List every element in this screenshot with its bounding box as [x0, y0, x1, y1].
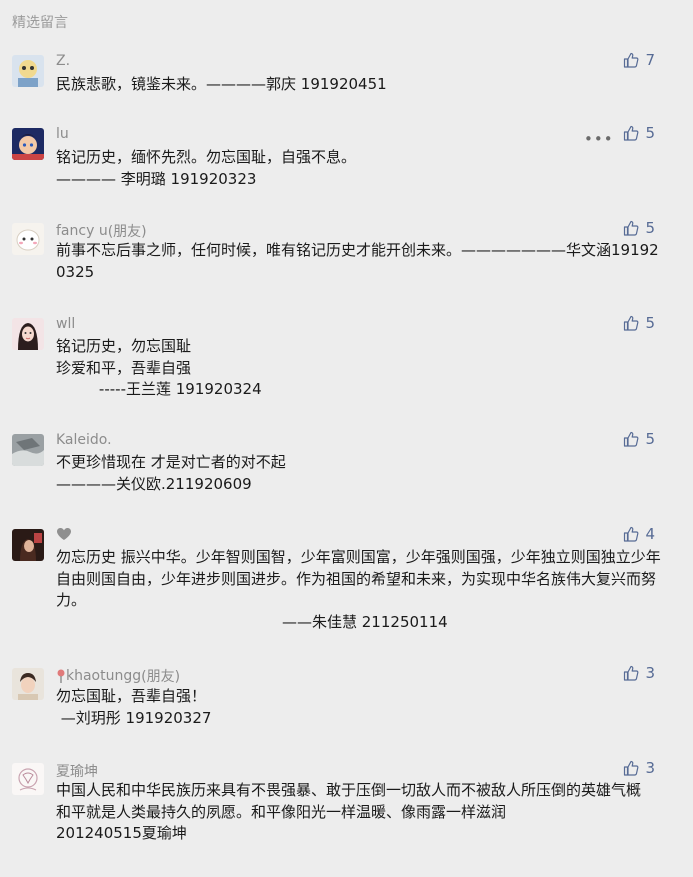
thumbs-up-icon: [624, 315, 639, 331]
commenter-name-text: Kaleido.: [56, 432, 112, 448]
comment-signature: ——朱佳慧 211250114: [282, 612, 448, 631]
comment-line: -----王兰莲 191920324: [56, 380, 262, 398]
commenter-name[interactable]: lu: [56, 126, 69, 142]
commenter-name-text: fancy u: [56, 223, 108, 239]
avatar[interactable]: [12, 128, 44, 160]
comment-line: 勿忘国耻，吾辈自强！: [56, 687, 207, 705]
comment-line: 铭记历史，缅怀先烈。勿忘国耻，自强不息。: [56, 148, 357, 166]
thumbs-up-icon: [624, 125, 639, 141]
comment-line: ————关仪欧.211920609: [56, 474, 252, 493]
commenter-name-text: Z.: [56, 53, 71, 69]
thumbs-up-icon: [624, 220, 639, 236]
avatar[interactable]: [12, 668, 44, 700]
friend-tag: (朋友): [141, 669, 181, 685]
comment-text: 前事不忘后事之师，任何时候，唯有铭记历史才能开创未来。———————华文涵191…: [56, 240, 661, 283]
section-title: 精选留言: [12, 15, 68, 31]
avatar[interactable]: [12, 529, 44, 561]
like-count: 5: [645, 219, 655, 237]
commenter-name[interactable]: Z.: [56, 53, 70, 69]
like-button[interactable]: 3: [623, 759, 655, 777]
like-button[interactable]: 7: [623, 51, 655, 69]
commenter-name[interactable]: Kaleido.: [56, 432, 112, 448]
comment-text: 勿忘历史 振兴中华。少年智则国智，少年富则国富，少年强则国强，少年独立则国独立少…: [56, 547, 661, 633]
comment-text: 民族悲歌，镜鉴未来。————郭庆 191920451: [56, 74, 661, 96]
commenter-name-text: 夏瑜坤: [56, 764, 98, 780]
commenter-name-text: khaotungg: [66, 668, 142, 684]
comment-text: 勿忘国耻，吾辈自强！ —刘玥彤 191920327: [56, 686, 661, 729]
like-button[interactable]: 5: [623, 314, 655, 332]
like-count: 7: [645, 51, 655, 69]
like-button[interactable]: 4: [623, 525, 655, 543]
thumbs-up-icon: [624, 665, 639, 681]
comment-line: 珍爱和平，吾辈自强: [56, 358, 192, 377]
commenter-name[interactable]: fancy u (朋友): [56, 221, 147, 241]
comment-line: ———— 李明璐 191920323: [56, 169, 257, 188]
like-count: 5: [645, 124, 655, 142]
thumbs-up-icon: [624, 526, 639, 542]
more-options-button[interactable]: •••: [584, 130, 614, 148]
pin-icon: [57, 669, 65, 683]
friend-tag: (朋友): [107, 224, 147, 240]
like-button[interactable]: 5: [623, 430, 655, 448]
like-count: 3: [645, 759, 655, 777]
comment-line: 不更珍惜现在 才是对亡者的对不起: [56, 453, 286, 471]
comment-line: 铭记历史，勿忘国耻: [56, 337, 192, 355]
thumbs-up-icon: [624, 52, 639, 68]
like-count: 3: [645, 664, 655, 682]
comment-text: 铭记历史，缅怀先烈。勿忘国耻，自强不息。 ———— 李明璐 191920323: [56, 147, 661, 190]
comment-text: 不更珍惜现在 才是对亡者的对不起 ————关仪欧.211920609: [56, 452, 661, 495]
like-button[interactable]: 3: [623, 664, 655, 682]
like-count: 5: [645, 314, 655, 332]
heart-icon: [57, 528, 71, 540]
like-count: 5: [645, 430, 655, 448]
thumbs-up-icon: [624, 431, 639, 447]
comment-paragraph: 前事不忘后事之师，任何时候，唯有铭记历史才能开创未来。———————华文涵191…: [56, 241, 659, 281]
avatar[interactable]: [12, 763, 44, 795]
avatar[interactable]: [12, 55, 44, 87]
commenter-name[interactable]: 夏瑜坤: [56, 761, 98, 781]
comment-line: —刘玥彤 191920327: [56, 708, 212, 727]
comment-text: 铭记历史，勿忘国耻 珍爱和平，吾辈自强 -----王兰莲 191920324: [56, 336, 661, 401]
comment-paragraph: 勿忘历史 振兴中华。少年智则国智，少年富则国富，少年强则国强，少年独立则国独立少…: [56, 548, 661, 609]
commenter-name[interactable]: [56, 527, 74, 541]
comment-paragraph: 中国人民和中华民族历来具有不畏强暴、敢于压倒一切敌人而不被敌人所压倒的英雄气概: [56, 781, 642, 799]
commenter-name-text: lu: [56, 126, 69, 142]
comment-text: 中国人民和中华民族历来具有不畏强暴、敢于压倒一切敌人而不被敌人所压倒的英雄气概 …: [56, 780, 661, 845]
more-dots-icon: •••: [584, 130, 614, 148]
thumbs-up-icon: [624, 760, 639, 776]
commenter-name[interactable]: wll: [56, 316, 75, 332]
avatar[interactable]: [12, 434, 44, 466]
avatar[interactable]: [12, 318, 44, 350]
like-button[interactable]: 5: [623, 124, 655, 142]
avatar[interactable]: [12, 223, 44, 255]
commenter-name-text: wll: [56, 316, 76, 332]
comment-line: 和平就是人类最持久的夙愿。和平像阳光一样温暖、像雨露一样滋润: [56, 802, 507, 821]
commenter-name[interactable]: khaotungg (朋友): [56, 666, 180, 686]
like-count: 4: [645, 525, 655, 543]
comment-line: 民族悲歌，镜鉴未来。————郭庆 191920451: [56, 75, 387, 93]
comment-line: 201240515夏瑜坤: [56, 824, 187, 842]
like-button[interactable]: 5: [623, 219, 655, 237]
